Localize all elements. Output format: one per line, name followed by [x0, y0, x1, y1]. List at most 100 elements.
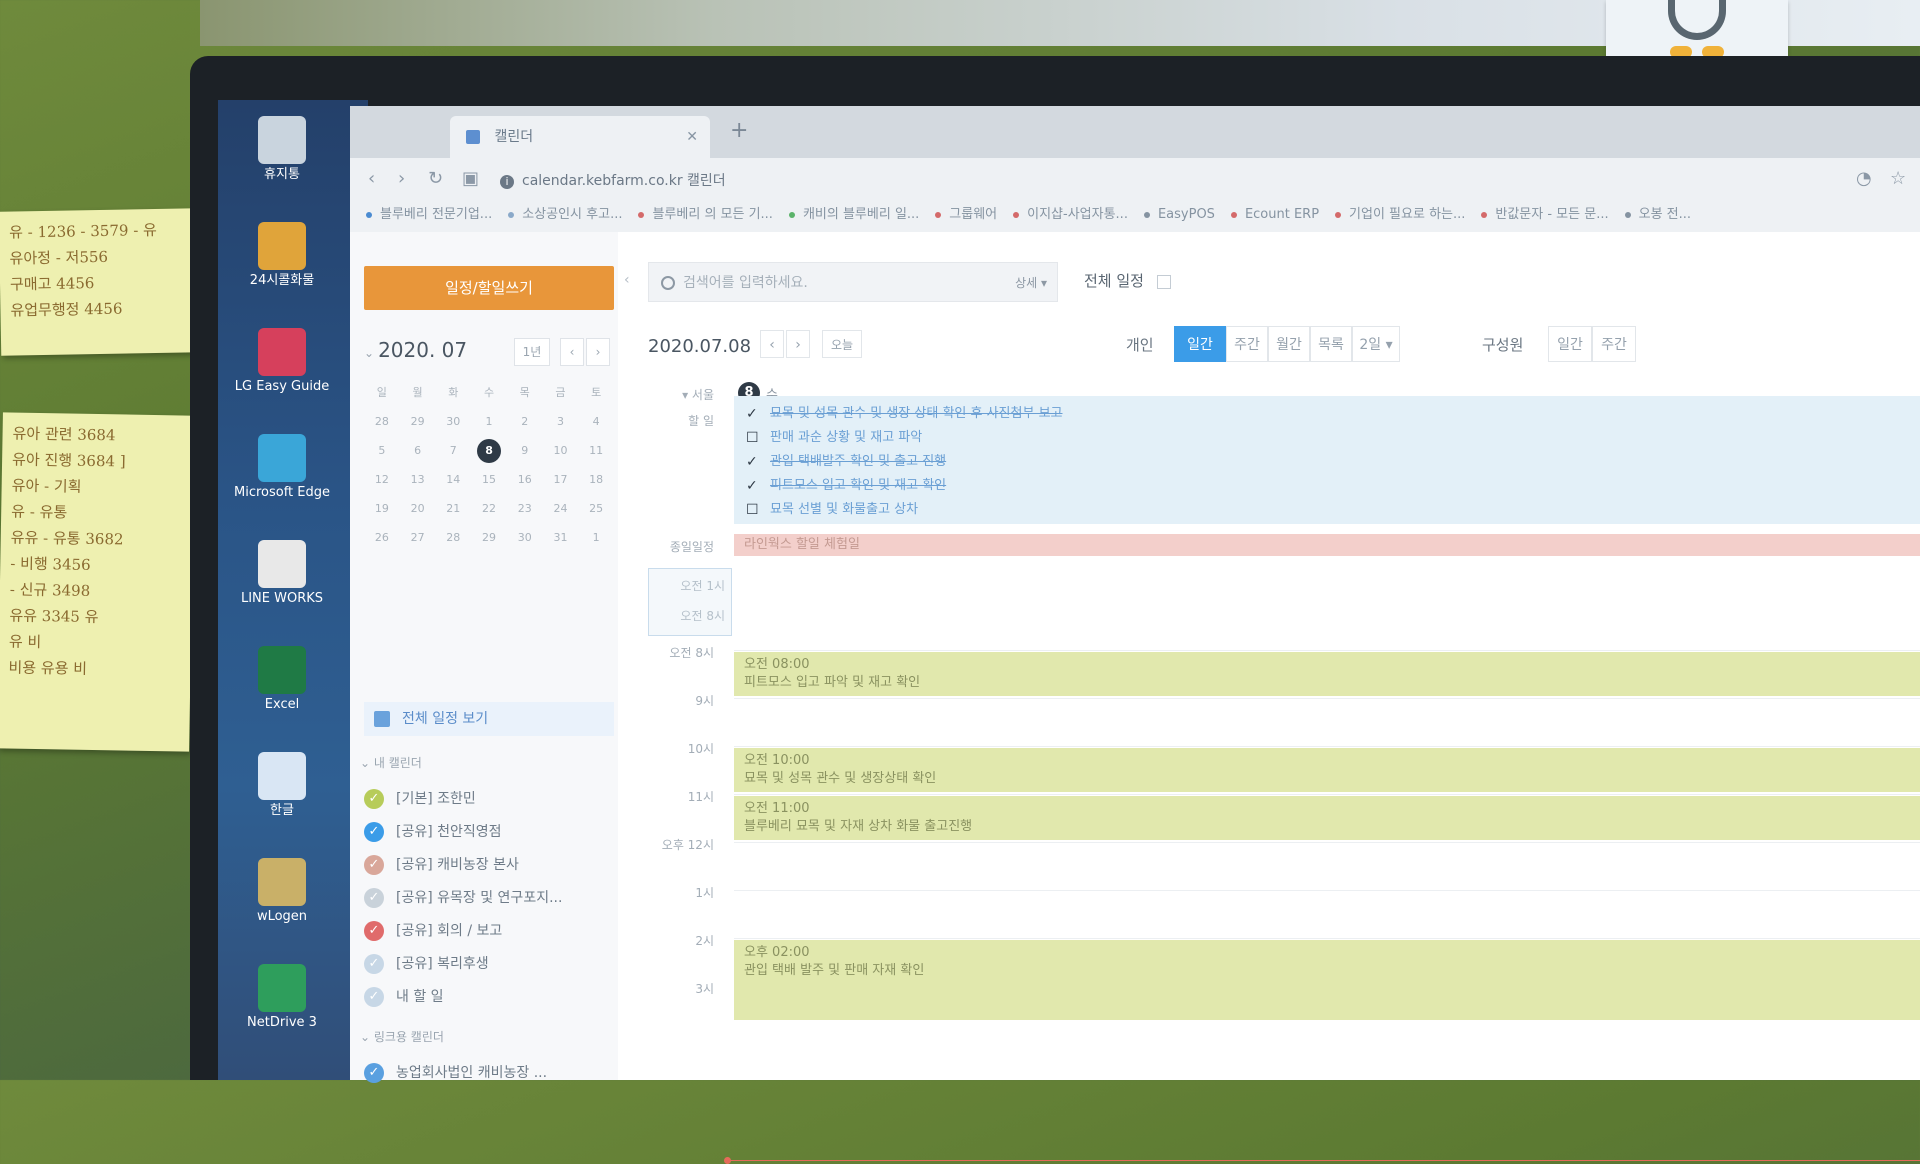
task-item[interactable]: ☐ 묘목 선별 및 화물출고 상차	[746, 498, 918, 517]
search-input[interactable]: 검색어를 입력하세요. 상세 ▾	[648, 262, 1058, 302]
calendar-item[interactable]: ✓ [공유] 유목장 및 연구포지...	[364, 883, 614, 913]
mini-day[interactable]: 24	[543, 494, 579, 523]
mini-day-today[interactable]: 8	[471, 436, 507, 465]
today-button[interactable]: 오늘	[822, 330, 862, 358]
allday-event[interactable]: 라인웍스 할일 체험일	[734, 534, 1920, 556]
desktop-icon-wlogen[interactable]: wLogen	[232, 858, 332, 924]
mini-day[interactable]: 14	[435, 465, 471, 494]
task-item[interactable]: ✓ 묘목 및 성목 관수 및 생장 상태 확인 후 사진첨부 보고	[746, 402, 1062, 421]
calendar-item[interactable]: ✓ [공유] 캐비농장 본사	[364, 850, 614, 880]
mini-day[interactable]: 19	[364, 494, 400, 523]
checkbox-check-icon[interactable]: ✓	[364, 1063, 384, 1083]
prev-month-button[interactable]: ‹	[560, 338, 584, 366]
member-view-button-0[interactable]: 일간	[1548, 326, 1592, 362]
mini-day[interactable]: 29	[400, 407, 436, 436]
mini-day[interactable]: 7	[435, 436, 471, 465]
new-tab-button[interactable]: +	[730, 118, 748, 143]
checkbox-check-icon[interactable]: ✓	[364, 888, 384, 908]
bookmark-item[interactable]: 오봉 전...	[1624, 200, 1691, 230]
calendar-event[interactable]: 오전 11:00 블루베리 묘목 및 자재 상차 화물 출고진행	[734, 796, 1920, 840]
view-button-3[interactable]: 목록	[1310, 326, 1352, 362]
next-day-button[interactable]: ›	[786, 330, 810, 358]
linked-calendar-item[interactable]: ✓ 농업회사법인 캐비농장 ...	[364, 1058, 614, 1088]
bookmark-item[interactable]: 그룹웨어	[935, 200, 997, 230]
my-calendars-header[interactable]: ⌄ 내 캘린더	[360, 754, 422, 771]
mini-day[interactable]: 6	[400, 436, 436, 465]
checkbox-check-icon[interactable]: ✓	[364, 789, 384, 809]
desktop-icon-app-24[interactable]: 24시콜화물	[232, 222, 332, 288]
desktop-icon-line-works[interactable]: LINE WORKS	[232, 540, 332, 606]
compose-event-button[interactable]: 일정/할일쓰기	[364, 266, 614, 310]
mini-day[interactable]: 1	[578, 523, 614, 552]
collapse-sidebar-icon[interactable]: ‹	[624, 272, 630, 288]
view-button-2[interactable]: 월간	[1268, 326, 1310, 362]
mini-day[interactable]: 26	[364, 523, 400, 552]
back-icon[interactable]: ‹	[368, 168, 375, 189]
mini-day[interactable]: 17	[543, 465, 579, 494]
bookmark-item[interactable]: EasyPOS	[1143, 200, 1215, 230]
view-button-4[interactable]: 2일 ▾	[1352, 326, 1400, 362]
extension-icon[interactable]: ◔	[1856, 168, 1872, 189]
mini-day[interactable]: 9	[507, 436, 543, 465]
linked-calendars-header[interactable]: ⌄ 링크용 캘린더	[360, 1028, 444, 1045]
mini-day[interactable]: 28	[435, 523, 471, 552]
calendar-item[interactable]: ✓ [공유] 천안직영점	[364, 817, 614, 847]
checkbox-check-icon[interactable]: ✓	[364, 855, 384, 875]
year-view-button[interactable]: 1년	[514, 338, 550, 366]
mini-day[interactable]: 31	[543, 523, 579, 552]
close-tab-icon[interactable]: ✕	[686, 116, 698, 158]
mini-day[interactable]: 21	[435, 494, 471, 523]
calendar-event[interactable]: 오전 08:00 피트모스 입고 파악 및 재고 확인	[734, 652, 1920, 696]
next-month-button[interactable]: ›	[586, 338, 610, 366]
view-button-1[interactable]: 주간	[1226, 326, 1268, 362]
task-checked-icon[interactable]: ✓	[746, 407, 760, 421]
desktop-icon-edge[interactable]: Microsoft Edge	[232, 434, 332, 500]
mini-day[interactable]: 27	[400, 523, 436, 552]
mini-day[interactable]: 25	[578, 494, 614, 523]
calendar-item[interactable]: ✓ [기본] 조한민	[364, 784, 614, 814]
task-checked-icon[interactable]: ✓	[746, 479, 760, 493]
bookmark-item[interactable]: 반값문자 - 모든 문...	[1481, 200, 1609, 230]
task-item[interactable]: ☐ 판매 과순 상황 및 재고 파악	[746, 426, 922, 445]
star-icon[interactable]: ☆	[1890, 168, 1906, 189]
mini-day[interactable]: 30	[507, 523, 543, 552]
desktop-icon-excel[interactable]: Excel	[232, 646, 332, 712]
calendar-event[interactable]: 오전 10:00 묘목 및 성목 관수 및 생장상태 확인	[734, 748, 1920, 792]
checkbox-check-icon[interactable]: ✓	[364, 954, 384, 974]
task-item[interactable]: ✓ 피트모스 입고 확인 및 재고 확인	[746, 474, 946, 493]
bookmark-item[interactable]: 기업이 필요로 하는...	[1335, 200, 1465, 230]
desktop-icon-lg-guide[interactable]: LG Easy Guide	[232, 328, 332, 394]
all-schedules-link[interactable]: 전체 일정 보기	[364, 702, 614, 736]
home-icon[interactable]: ▣	[462, 168, 479, 189]
task-item[interactable]: ✓ 관입 택배발주 확인 및 출고 진행	[746, 450, 946, 469]
advanced-search-button[interactable]: 상세 ▾	[1015, 263, 1047, 303]
collapsed-hours-toggle[interactable]: 오전 1시 오전 8시	[648, 568, 732, 636]
settings-icon[interactable]	[1156, 274, 1171, 289]
checkbox-check-icon[interactable]: ✓	[364, 987, 384, 1007]
mini-day[interactable]: 1	[471, 407, 507, 436]
desktop-icon-netdrive[interactable]: NetDrive 3	[232, 964, 332, 1030]
mini-day[interactable]: 15	[471, 465, 507, 494]
checkbox-check-icon[interactable]: ✓	[364, 921, 384, 941]
task-checked-icon[interactable]: ✓	[746, 455, 760, 469]
calendar-item[interactable]: ✓ [공유] 복리후생	[364, 949, 614, 979]
mini-day[interactable]: 18	[578, 465, 614, 494]
mini-day[interactable]: 5	[364, 436, 400, 465]
member-view-button-1[interactable]: 주간	[1592, 326, 1636, 362]
timezone-selector[interactable]: ▾ 서울	[648, 386, 714, 403]
mini-day[interactable]: 4	[578, 407, 614, 436]
bookmark-item[interactable]: 소상공인시 후고...	[508, 200, 622, 230]
bookmark-item[interactable]: 블루베리 전문기업...	[366, 200, 492, 230]
mini-day[interactable]: 3	[543, 407, 579, 436]
checkbox-check-icon[interactable]: ✓	[364, 822, 384, 842]
collapse-chevron-icon[interactable]: ⌄	[364, 346, 374, 360]
mini-day[interactable]: 12	[364, 465, 400, 494]
calendar-event[interactable]: 오후 02:00 관입 택배 발주 및 판매 자재 확인	[734, 940, 1920, 1020]
calendar-item[interactable]: ✓ 내 할 일	[364, 982, 614, 1012]
mini-day[interactable]: 29	[471, 523, 507, 552]
tab-calendar[interactable]: 캘린더 ✕	[450, 116, 710, 158]
mini-day[interactable]: 20	[400, 494, 436, 523]
mini-day[interactable]: 2	[507, 407, 543, 436]
bookmark-item[interactable]: Ecount ERP	[1230, 200, 1319, 230]
calendar-item[interactable]: ✓ [공유] 회의 / 보고	[364, 916, 614, 946]
